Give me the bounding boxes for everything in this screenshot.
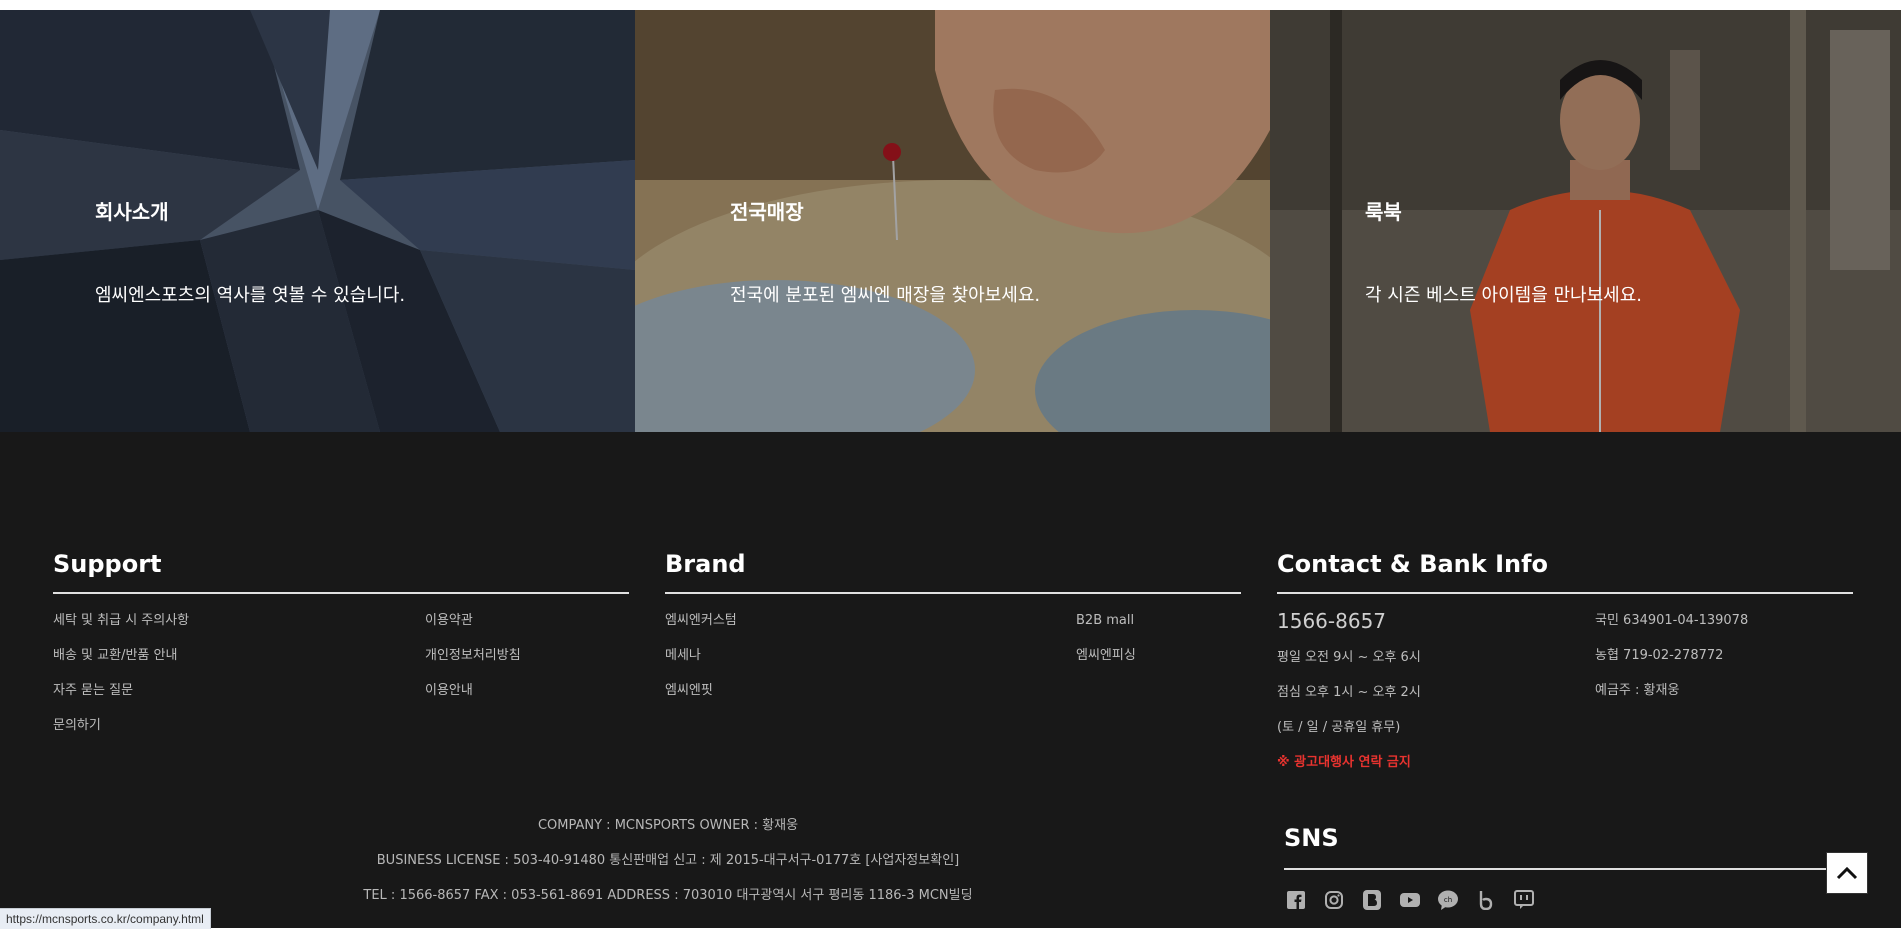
chevron-up-icon [1836,866,1858,880]
company-info: COMPANY : MCNSPORTS OWNER : 황재웅 BUSINESS… [300,817,1036,922]
facebook-icon[interactable] [1284,888,1308,912]
banner-description: 엠씨엔스포츠의 역사를 엿볼 수 있습니다. [95,285,406,306]
brand-section: Brand 엠씨엔커스텀 메세나 엠씨엔핏 B2B mall 엠씨엔피싱 [665,550,1241,698]
instagram-icon[interactable] [1322,888,1346,912]
link-care-instructions[interactable]: 세탁 및 취급 시 주의사항 [53,612,189,647]
banner-company-intro[interactable]: 회사소개 엠씨엔스포츠의 역사를 엿볼 수 있습니다. [0,10,635,432]
agency-warning: ※ 광고대행사 연락 금지 [1277,755,1411,770]
kakao-channel-icon[interactable]: ch [1436,888,1460,912]
account-holder: 예금주 : 황재웅 [1595,683,1680,698]
link-shipping-returns[interactable]: 배송 및 교환/반품 안내 [53,647,189,682]
banner-title: 룩북 [1365,200,1402,224]
weekday-hours: 평일 오전 9시 ~ 오후 6시 [1277,650,1421,665]
banner-stores[interactable]: 전국매장 전국에 분포된 엠씨엔 매장을 찾아보세요. [635,10,1270,432]
status-bar-url: https://mcnsports.co.kr/company.html [0,908,211,929]
holiday-note: (토 / 일 / 공휴일 휴무) [1277,720,1401,735]
contact-section: Contact & Bank Info 1566-8657 평일 오전 9시 ~… [1277,550,1853,770]
link-usage-guide[interactable]: 이용안내 [425,682,521,717]
company-contact-address: TEL : 1566-8657 FAX : 053-561-8691 ADDRE… [363,888,973,903]
svg-text:ch: ch [1444,896,1452,904]
link-terms[interactable]: 이용약관 [425,612,521,647]
link-mcn-fishing[interactable]: 엠씨엔피싱 [1076,647,1136,682]
banner-description: 각 시즌 베스트 아이템을 만나보세요. [1365,285,1643,306]
phone-number: 1566-8657 [1277,609,1387,633]
banner-description: 전국에 분포된 엠씨엔 매장을 찾아보세요. [730,285,1041,306]
kakaotalk-icon[interactable] [1512,888,1536,912]
band-icon[interactable] [1474,888,1498,912]
sns-heading: SNS [1284,824,1827,870]
blog-icon[interactable] [1360,888,1384,912]
banner-title: 전국매장 [730,200,804,224]
scroll-to-top-button[interactable] [1826,852,1868,894]
banner-title: 회사소개 [95,200,169,224]
link-mcn-fit[interactable]: 엠씨엔핏 [665,682,737,717]
contact-heading: Contact & Bank Info [1277,550,1853,594]
support-heading: Support [53,550,629,594]
banner-lookbook[interactable]: 룩북 각 시즌 베스트 아이템을 만나보세요. [1270,10,1901,432]
bank-nonghyup: 농협 719-02-278772 [1595,648,1724,663]
bank-kookmin: 국민 634901-04-139078 [1595,613,1749,628]
youtube-icon[interactable] [1398,888,1422,912]
sns-section: SNS ch [1284,824,1827,912]
link-b2b-mall[interactable]: B2B mall [1076,612,1136,647]
link-faq[interactable]: 자주 묻는 질문 [53,682,189,717]
support-section: Support 세탁 및 취급 시 주의사항 배송 및 교환/반품 안내 자주 … [53,550,629,733]
link-mcn-custom[interactable]: 엠씨엔커스텀 [665,612,737,647]
brand-heading: Brand [665,550,1241,594]
link-privacy-policy[interactable]: 개인정보처리방침 [425,647,521,682]
link-mecenat[interactable]: 메세나 [665,647,737,682]
company-owner: COMPANY : MCNSPORTS OWNER : 황재웅 [537,818,799,833]
business-license[interactable]: BUSINESS LICENSE : 503-40-91480 통신판매업 신고… [300,852,1036,887]
link-inquiry[interactable]: 문의하기 [53,717,189,752]
lunch-hours: 점심 오후 1시 ~ 오후 2시 [1277,685,1421,700]
banner-row: 회사소개 엠씨엔스포츠의 역사를 엿볼 수 있습니다. 전국매장 전국에 분포된… [0,10,1901,432]
site-footer: Support 세탁 및 취급 시 주의사항 배송 및 교환/반품 안내 자주 … [0,432,1901,928]
